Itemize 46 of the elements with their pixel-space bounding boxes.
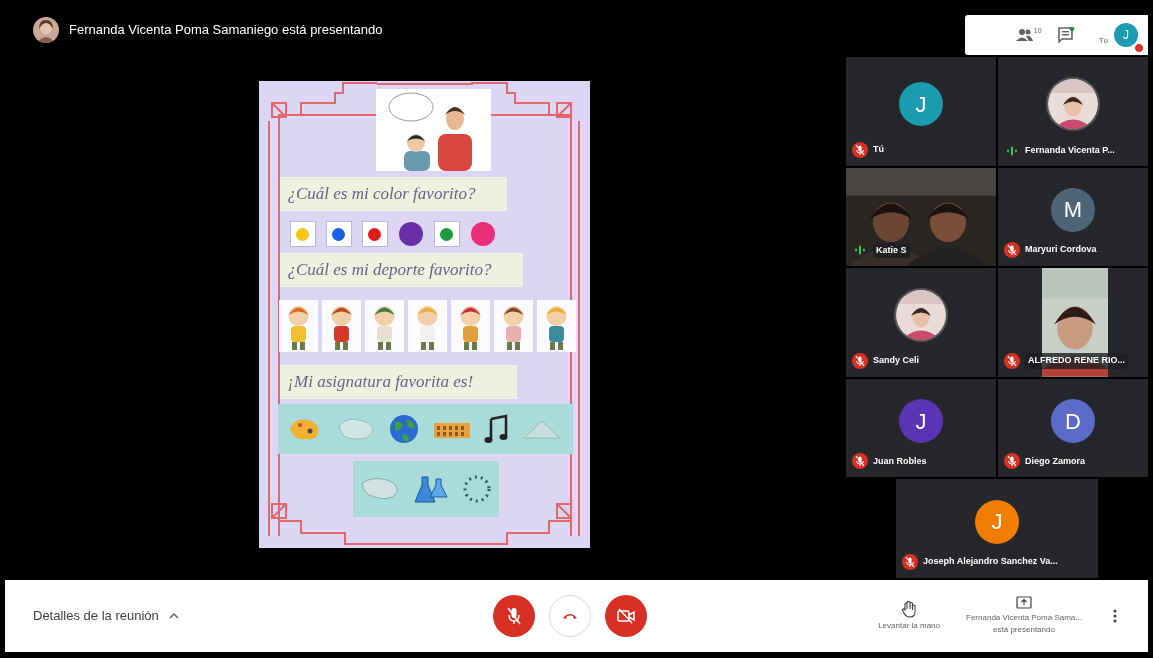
raise-hand-button[interactable]: Levantar la mano [878, 600, 940, 632]
child-drawing [278, 300, 318, 352]
phone-icon [562, 612, 578, 620]
avatar: D [1051, 399, 1095, 444]
slide-question: ¿Cuál es mi color favorito? [279, 177, 507, 211]
self-label: Tú [1098, 35, 1108, 47]
flask-icon [414, 473, 449, 505]
avatar: J [899, 399, 943, 444]
avatar: J [975, 499, 1019, 544]
hand-icon [902, 600, 917, 618]
participant-name: Tú [873, 142, 884, 156]
participant-name: Diego Zamora [1025, 454, 1085, 468]
child-drawing [364, 300, 404, 352]
slide-question: ¿Cuál es mi deporte favorito? [279, 253, 523, 287]
participant-name: Juan Robles [873, 454, 927, 468]
participant-name: Fernanda Vicenta P... [1025, 144, 1115, 158]
chat-button[interactable] [1057, 27, 1075, 43]
pyramid-icon [521, 418, 562, 440]
meeting-details-button[interactable]: Detalles de la reunión [33, 606, 493, 626]
camera-off-icon [617, 608, 635, 624]
child-drawing [493, 300, 533, 352]
map-drawing [335, 416, 376, 442]
caret-icon [168, 613, 179, 619]
microphone-off-icon [507, 607, 521, 625]
people-icon [1015, 28, 1034, 42]
present-screen-icon [1016, 596, 1032, 610]
participant-name: Maryuri Cordova [1025, 243, 1097, 257]
child-drawing [536, 300, 576, 352]
more-icon [1113, 609, 1117, 623]
globe-icon [389, 414, 420, 444]
dotted-circle-icon [461, 474, 492, 504]
child-drawing [450, 300, 490, 352]
camera-button[interactable] [605, 595, 647, 637]
child-drawing [321, 300, 361, 352]
music-note-icon [484, 414, 509, 444]
microphone-button[interactable] [493, 595, 535, 637]
presenter-title: Fernanda Vicenta Poma Samaniego está presentando [69, 21, 383, 40]
chat-icon [1057, 27, 1075, 43]
slide-question: ¡Mi asignatura favorita es! [279, 365, 517, 399]
child-drawing [407, 300, 447, 352]
presenting-button[interactable]: Fernanda Vicenta Poma Sama... está presentando [954, 596, 1094, 636]
participant-name: ALFREDO RENE RIO... [1025, 353, 1128, 369]
participant-name: Joseph Alejandro Sanchez Va... [923, 555, 1058, 569]
avatar: M [1051, 187, 1095, 232]
participant-name: Sandy Celi [873, 354, 919, 368]
avatar: J [899, 82, 943, 127]
